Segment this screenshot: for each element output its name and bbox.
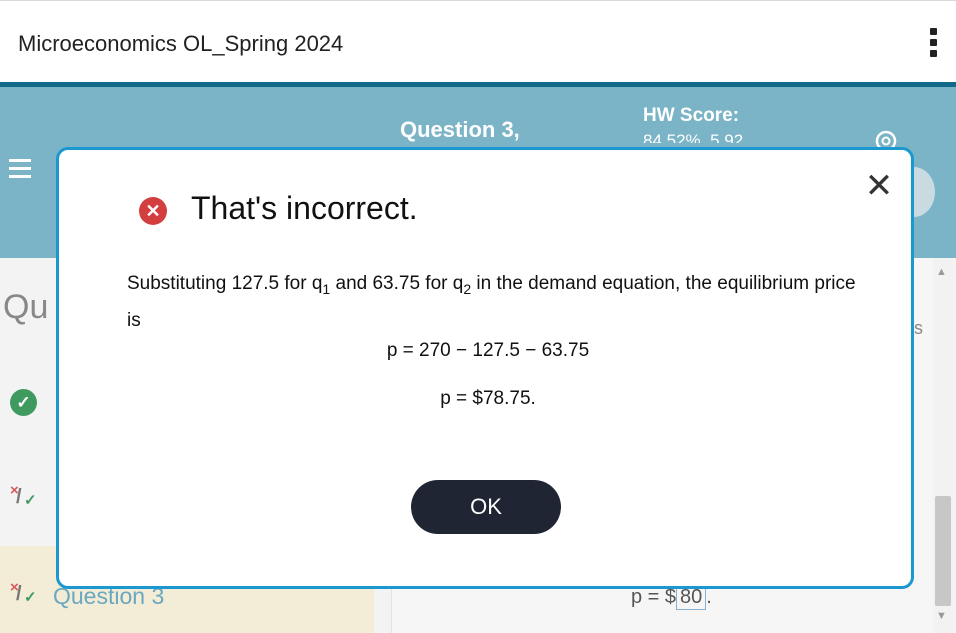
kebab-menu-icon[interactable]	[930, 28, 938, 61]
scrollbar[interactable]: ▲ ▼	[933, 258, 953, 633]
error-icon: ✕	[139, 197, 167, 225]
gear-icon[interactable]	[872, 127, 900, 147]
hw-score-label: HW Score:	[643, 105, 740, 126]
answer-prefix: p = $	[631, 586, 677, 608]
answer-suffix: .	[706, 586, 712, 608]
partial-credit-icon[interactable]: × / ✓	[10, 579, 40, 611]
scroll-thumb[interactable]	[935, 496, 951, 606]
partial-credit-icon[interactable]: × / ✓	[10, 482, 40, 514]
check-icon[interactable]: ✓	[10, 389, 37, 416]
equation-line-2: p = $78.75.	[440, 388, 536, 409]
subscript: 2	[463, 280, 472, 297]
feedback-text-part: and 63.75 for q	[330, 273, 464, 294]
scroll-up-icon[interactable]: ▲	[936, 266, 947, 278]
sidebar-title: Qu	[3, 288, 49, 326]
feedback-text: Substituting 127.5 for q1 and 63.75 for …	[127, 268, 857, 337]
course-title: Microeconomics OL_Spring 2024	[18, 31, 344, 56]
feedback-text-part: Substituting 127.5 for q	[127, 273, 323, 294]
partial-text: s	[914, 318, 923, 338]
top-app-bar: Microeconomics OL_Spring 2024	[0, 0, 956, 82]
equation-line-1: p = 270 − 127.5 − 63.75	[386, 340, 590, 361]
close-icon[interactable]: ✕	[863, 169, 895, 203]
feedback-dialog: ✕ ✕ That's incorrect. Substituting 127.5…	[56, 147, 914, 589]
question-label: Question 3,	[400, 117, 520, 142]
dialog-title: That's incorrect.	[191, 190, 418, 226]
hamburger-icon[interactable]	[9, 159, 31, 183]
scroll-down-icon[interactable]: ▼	[936, 610, 947, 622]
hw-score-value: 84.52%, 5.92	[643, 131, 744, 143]
ok-button[interactable]: OK	[411, 480, 561, 534]
